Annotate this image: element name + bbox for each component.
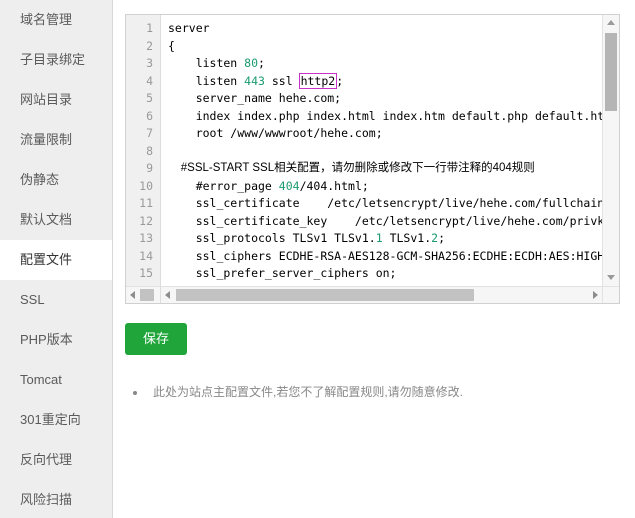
line-number: 11 <box>139 196 153 210</box>
sidebar-item-tomcat[interactable]: Tomcat <box>0 360 112 400</box>
sidebar-item-risk-scan[interactable]: 风险扫描 <box>0 480 112 518</box>
editor-vertical-scrollbar[interactable] <box>602 15 619 286</box>
line-number: 10 <box>139 178 153 193</box>
sidebar-item-default-document[interactable]: 默认文档 <box>0 200 112 240</box>
token-tls-1: 1 <box>375 231 383 245</box>
line-number: 7 <box>146 126 153 140</box>
code-line-7: root /www/wwwroot/hehe.com; <box>168 126 383 140</box>
code-line-13: ssl_protocols TLSv1 TLSv1.1 TLSv1.2; <box>168 231 445 245</box>
horizontal-scrollbar-thumb[interactable] <box>176 289 474 301</box>
scroll-right-arrow-icon[interactable] <box>588 287 602 303</box>
line-number: 8 <box>146 143 153 158</box>
sidebar-item-rewrite[interactable]: 伪静态 <box>0 160 112 200</box>
sidebar-item-301-redirect[interactable]: 301重定向 <box>0 400 112 440</box>
scroll-left-arrow-icon[interactable] <box>161 287 175 303</box>
sidebar-item-php-version[interactable]: PHP版本 <box>0 320 112 360</box>
gutter-scrollbar-thumb[interactable] <box>140 289 154 301</box>
sidebar-item-ssl[interactable]: SSL <box>0 280 112 320</box>
line-number: 12 <box>139 213 153 228</box>
code-line-6: index index.php index.html index.htm def… <box>195 108 602 123</box>
line-number: 1 <box>146 21 153 35</box>
line-number: 15 <box>139 266 153 280</box>
line-number: 5 <box>146 91 153 105</box>
editor-horizontal-scrollbars <box>126 286 602 303</box>
code-line-3: listen 80; <box>168 56 265 70</box>
code-horizontal-scrollbar[interactable] <box>161 287 602 303</box>
config-file-panel: 1 2 3 4 5 6 7 8 9 10 11 12 13 14 15 16 1 <box>113 0 635 518</box>
token-port-443: 443 <box>244 73 265 88</box>
line-number: 14 <box>139 248 153 263</box>
code-line-10: #error_page 404/404.html; <box>168 178 369 193</box>
sidebar-item-subdirectory-binding[interactable]: 子目录绑定 <box>0 40 112 80</box>
line-number: 6 <box>146 108 153 123</box>
token-port-80: 80 <box>244 56 259 70</box>
code-line-5: server_name hehe.com; <box>168 91 342 105</box>
scrollbar-corner <box>602 286 619 303</box>
hint-item: 此处为站点主配置文件,若您不了解配置规则,请勿随意修改. <box>147 383 635 401</box>
line-number: 9 <box>146 161 153 175</box>
code-line-11: ssl_certificate /etc/letsencrypt/live/he… <box>168 196 602 210</box>
save-button[interactable]: 保存 <box>125 323 188 355</box>
code-line-14: ssl_ciphers ECDHE-RSA-AES128-GCM-SHA256:… <box>168 248 602 263</box>
code-editor[interactable]: 1 2 3 4 5 6 7 8 9 10 11 12 13 14 15 16 1 <box>125 14 620 304</box>
sidebar-item-domain-management[interactable]: 域名管理 <box>0 0 112 40</box>
hint-list: 此处为站点主配置文件,若您不了解配置规则,请勿随意修改. <box>125 383 635 401</box>
sidebar-item-website-directory[interactable]: 网站目录 <box>0 80 112 120</box>
gutter-scroll-left-arrow-icon[interactable] <box>126 287 140 303</box>
sidebar-item-reverse-proxy[interactable]: 反向代理 <box>0 440 112 480</box>
code-line-1: server <box>168 21 210 35</box>
line-number: 4 <box>146 73 153 88</box>
scroll-down-arrow-icon[interactable] <box>603 270 619 286</box>
code-line-4: listen 443 ssl http2; <box>168 72 344 89</box>
sidebar-item-config-file[interactable]: 配置文件 <box>0 240 112 280</box>
line-number: 13 <box>139 231 153 245</box>
token-code-404: 404 <box>278 178 300 193</box>
sidebar-item-traffic-limit[interactable]: 流量限制 <box>0 120 112 160</box>
editor-body: 1 2 3 4 5 6 7 8 9 10 11 12 13 14 15 16 1 <box>126 15 602 286</box>
code-line-2: { <box>168 38 175 53</box>
editor-line-number-gutter: 1 2 3 4 5 6 7 8 9 10 11 12 13 14 15 16 1 <box>126 15 161 286</box>
code-line-12: ssl_certificate_key /etc/letsencrypt/liv… <box>195 213 602 228</box>
scroll-up-arrow-icon[interactable] <box>603 15 619 31</box>
vertical-scrollbar-thumb[interactable] <box>605 33 617 111</box>
token-http2-highlight: http2 <box>298 72 338 89</box>
editor-code-area[interactable]: server { listen 80; listen 443 ssl http2… <box>161 15 602 286</box>
code-line-9: #SSL-START SSL相关配置，请勿删除或修改下一行带注释的404规则 <box>168 162 535 174</box>
settings-page: 域名管理 子目录绑定 网站目录 流量限制 伪静态 默认文档 配置文件 SSL P… <box>0 0 635 518</box>
line-number: 3 <box>146 56 153 70</box>
code-line-15: ssl_prefer_server_ciphers on; <box>168 266 397 280</box>
gutter-horizontal-scrollbar[interactable] <box>126 287 161 303</box>
settings-sidebar: 域名管理 子目录绑定 网站目录 流量限制 伪静态 默认文档 配置文件 SSL P… <box>0 0 113 518</box>
line-number: 2 <box>146 38 153 53</box>
